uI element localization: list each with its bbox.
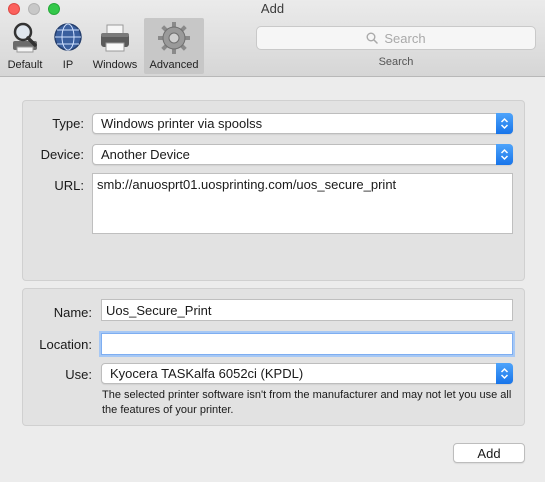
magnifier-printer-icon [13, 22, 37, 53]
add-printer-window: Add Default IP Windows Advanced Search S… [0, 0, 545, 482]
url-field[interactable]: smb://anuosprt01.uosprinting.com/uos_sec… [92, 173, 513, 234]
tool-advanced-label: Advanced [149, 59, 199, 71]
toolbar: Add Default IP Windows Advanced Search S… [0, 0, 545, 77]
popup-arrows-icon [496, 144, 513, 165]
add-button[interactable]: Add [453, 443, 525, 463]
tool-advanced[interactable]: Advanced [144, 18, 204, 74]
tool-ip-label: IP [62, 59, 74, 71]
search-placeholder: Search [384, 31, 426, 46]
use-value: Kyocera TASKalfa 6052ci (KPDL) [110, 366, 304, 381]
tool-windows-label: Windows [92, 59, 138, 71]
type-label: Type: [52, 116, 84, 131]
globe-icon [54, 23, 82, 51]
tool-default-label: Default [7, 59, 43, 71]
name-field[interactable]: Uos_Secure_Print [101, 299, 513, 321]
use-label: Use: [65, 367, 92, 382]
url-label: URL: [54, 178, 84, 193]
device-popup[interactable]: Another Device [92, 144, 513, 165]
tool-windows[interactable]: Windows [89, 18, 141, 74]
device-value: Another Device [101, 147, 190, 162]
gear-icon [158, 22, 190, 54]
location-field[interactable] [101, 333, 513, 355]
popup-arrows-icon [496, 363, 513, 384]
tool-default[interactable]: Default [2, 18, 48, 74]
search-input[interactable]: Search [256, 26, 536, 50]
driver-warning-note: The selected printer software isn't from… [102, 389, 512, 416]
printer-icon [101, 24, 129, 52]
location-label: Location: [39, 337, 92, 352]
search-caption: Search [378, 56, 414, 68]
window-title: Add [260, 1, 285, 16]
use-popup[interactable]: Kyocera TASKalfa 6052ci (KPDL) [101, 363, 513, 384]
device-label: Device: [40, 147, 84, 162]
search-icon [366, 32, 379, 44]
type-popup[interactable]: Windows printer via spoolss [92, 113, 513, 134]
type-value: Windows printer via spoolss [101, 116, 263, 131]
tool-ip[interactable]: IP [50, 18, 86, 74]
name-label: Name: [53, 305, 92, 320]
popup-arrows-icon [496, 113, 513, 134]
